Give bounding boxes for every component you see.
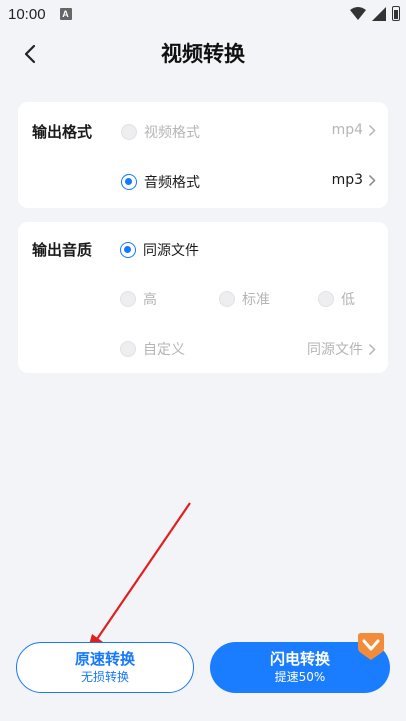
quality-high-label: 高 (143, 292, 157, 308)
video-format-radio[interactable] (121, 124, 137, 140)
original-speed-convert-button[interactable]: 原速转换 无损转换 (16, 642, 194, 693)
quality-high-option[interactable]: 高 (120, 289, 157, 309)
original-speed-title: 原速转换 (74, 650, 135, 668)
quality-low-radio[interactable] (318, 291, 334, 307)
signal-icon (372, 6, 386, 21)
source-file-option[interactable]: 同源文件 (120, 240, 199, 260)
video-format-value-text: mp4 (331, 122, 363, 138)
chevron-right-icon (368, 124, 376, 136)
quality-high-radio[interactable] (120, 291, 136, 307)
custom-quality-value-text: 同源文件 (307, 342, 363, 358)
quality-standard-option[interactable]: 标准 (219, 289, 270, 309)
status-bar: 10:00 A (0, 0, 406, 28)
output-format-label: 输出格式 (32, 123, 93, 141)
custom-quality-option[interactable]: 自定义 (120, 339, 185, 359)
quality-low-label: 低 (341, 292, 355, 308)
source-file-radio[interactable] (120, 242, 136, 258)
video-format-option[interactable]: 视频格式 (121, 122, 200, 142)
quality-standard-radio[interactable] (219, 291, 235, 307)
custom-quality-label: 自定义 (143, 342, 185, 358)
audio-format-radio[interactable] (121, 174, 137, 190)
output-format-card: 输出格式 视频格式 mp4 音频格式 mp3 (18, 102, 388, 208)
audio-format-option[interactable]: 音频格式 (121, 172, 200, 192)
nav-bar: 视频转换 (0, 28, 406, 78)
video-format-label: 视频格式 (144, 125, 200, 141)
page-title: 视频转换 (161, 42, 245, 66)
quality-low-option[interactable]: 低 (318, 289, 355, 309)
custom-quality-radio[interactable] (120, 341, 136, 357)
chevron-right-icon (368, 343, 376, 355)
notification-icon: A (59, 8, 72, 20)
flash-convert-title: 闪电转换 (269, 650, 330, 668)
video-format-value[interactable]: mp4 (332, 122, 376, 138)
source-file-label: 同源文件 (143, 243, 199, 259)
vip-diamond-icon (358, 633, 384, 660)
audio-format-value-text: mp3 (331, 172, 363, 188)
status-indicators (350, 6, 400, 21)
quality-standard-label: 标准 (242, 292, 270, 308)
custom-quality-value[interactable]: 同源文件 (307, 339, 376, 359)
audio-format-label: 音频格式 (144, 175, 200, 191)
chevron-right-icon (368, 174, 376, 186)
wifi-icon (350, 6, 366, 20)
flash-convert-subtitle: 提速50% (274, 670, 326, 684)
status-time: 10:00 (8, 5, 46, 23)
battery-icon (392, 6, 400, 21)
original-speed-subtitle: 无损转换 (80, 670, 129, 684)
audio-format-value[interactable]: mp3 (332, 172, 376, 188)
output-quality-card: 输出音质 同源文件 高 标准 低 自定义 同源文件 (18, 222, 388, 373)
output-quality-label: 输出音质 (32, 241, 93, 259)
